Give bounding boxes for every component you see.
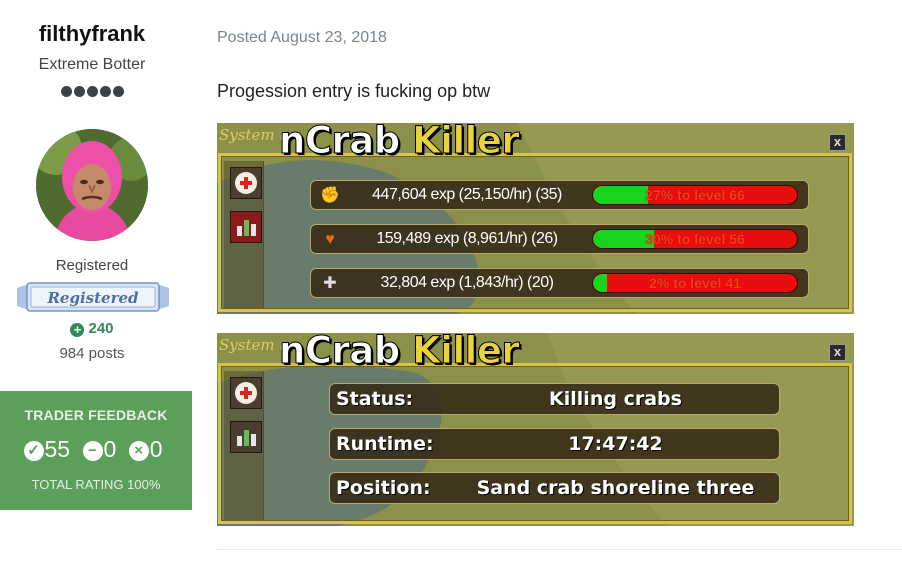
positive-count: 55 <box>44 436 71 462</box>
trader-feedback-counts: ✓ 55 −0 × 0 <box>0 435 192 463</box>
bar-chart-icon <box>237 220 256 236</box>
red-cross-icon <box>240 387 252 399</box>
script-title-part2: Killer <box>412 333 521 373</box>
rank-pip <box>73 86 85 97</box>
script-title-part1: nCrab <box>279 123 401 163</box>
xp-progress-label: 30% to level 56 <box>645 231 745 247</box>
rank-pip <box>99 86 111 97</box>
check-circle-icon: ✓ <box>23 441 44 461</box>
reputation-count: 240 <box>88 320 114 337</box>
game-screenshot-status: System u nCrab Killer x Status: Killing … <box>217 333 854 526</box>
heart-icon: ♥ <box>325 231 335 248</box>
script-title-part2: Killer <box>412 123 521 163</box>
bar-chart-icon <box>237 430 256 446</box>
info-value: Sand crab shoreline three <box>476 477 755 499</box>
total-rating: TOTAL RATING 100% <box>31 477 161 492</box>
info-label: Position: <box>336 477 431 499</box>
rank-pip <box>112 86 124 97</box>
settings-tab-button[interactable] <box>230 377 262 409</box>
rank-pip <box>60 86 72 97</box>
defence-cross-icon: ✚ <box>323 275 337 292</box>
xp-text: 447,604 exp (25,150/hr) (35) <box>372 186 562 203</box>
rank-pips <box>0 84 184 102</box>
avatar-image <box>36 129 148 241</box>
xp-progress-bar: 2% to level 41 <box>592 273 798 293</box>
red-cross-icon <box>240 177 252 189</box>
minus-circle-icon: − <box>82 441 103 461</box>
group-badge-image: Registered <box>15 280 171 314</box>
stats-tab-button[interactable] <box>230 211 262 243</box>
group-badge-text: Registered <box>46 289 139 307</box>
script-title: nCrab Killer <box>279 333 521 373</box>
post-count: 984 posts <box>59 345 125 362</box>
close-button[interactable]: x <box>829 134 846 151</box>
negative-count: 0 <box>149 436 163 462</box>
post-divider <box>217 549 902 550</box>
neutral-count: 0 <box>103 436 117 462</box>
script-title-part1: nCrab <box>279 333 401 373</box>
info-label: Runtime: <box>336 433 434 455</box>
author-name[interactable]: filthyfrank <box>0 21 184 47</box>
xp-row-defence: ✚ 32,804 exp (1,843/hr) (20) 2% to level… <box>310 268 809 298</box>
post-date[interactable]: Posted August 23, 2018 <box>217 29 387 47</box>
info-label: Status: <box>336 388 414 410</box>
plus-circle-icon: + <box>70 323 85 337</box>
game-screenshot-xp: System u nCrab Killer x ✊ 447,604 exp (2… <box>217 123 854 314</box>
info-value: Killing crabs <box>549 388 682 410</box>
avatar[interactable] <box>36 129 148 241</box>
strength-fist-icon: ✊ <box>320 187 340 204</box>
close-button[interactable]: x <box>829 344 846 361</box>
trader-feedback-box[interactable]: TRADER FEEDBACK ✓ 55 −0 × 0 TOTAL RATING 1… <box>0 391 192 510</box>
overlay-sidebar <box>224 371 264 520</box>
trader-feedback-title: TRADER FEEDBACK <box>24 407 168 423</box>
xp-text: 32,804 exp (1,843/hr) (20) <box>380 274 554 291</box>
xp-progress-bar: 30% to level 56 <box>592 229 798 249</box>
info-value: 17:47:42 <box>568 433 663 455</box>
reputation[interactable]: +240 <box>0 320 184 337</box>
rank-pip <box>86 86 98 97</box>
settings-tab-button[interactable] <box>230 167 262 199</box>
xp-text: 159,489 exp (8,961/hr) (26) <box>376 230 558 247</box>
xp-progress-label: 2% to level 41 <box>649 275 741 291</box>
script-title: nCrab Killer <box>279 123 521 163</box>
runtime-row: Runtime: 17:47:42 <box>329 428 780 460</box>
status-row: Status: Killing crabs <box>329 383 780 415</box>
author-title: Extreme Botter <box>38 56 146 73</box>
x-circle-icon: × <box>128 441 149 461</box>
xp-progress-bar: 27% to level 66 <box>592 185 798 205</box>
position-row: Position: Sand crab shoreline three <box>329 472 780 504</box>
stats-tab-button[interactable] <box>230 421 262 453</box>
post-text: Progession entry is fucking op btw <box>217 81 491 101</box>
group-name: Registered <box>55 257 129 274</box>
xp-progress-label: 27% to level 66 <box>645 187 745 203</box>
xp-row-strength: ✊ 447,604 exp (25,150/hr) (35) 27% to le… <box>310 180 809 210</box>
overlay-sidebar <box>224 161 264 308</box>
xp-row-hitpoints: ♥ 159,489 exp (8,961/hr) (26) 30% to lev… <box>310 224 809 254</box>
